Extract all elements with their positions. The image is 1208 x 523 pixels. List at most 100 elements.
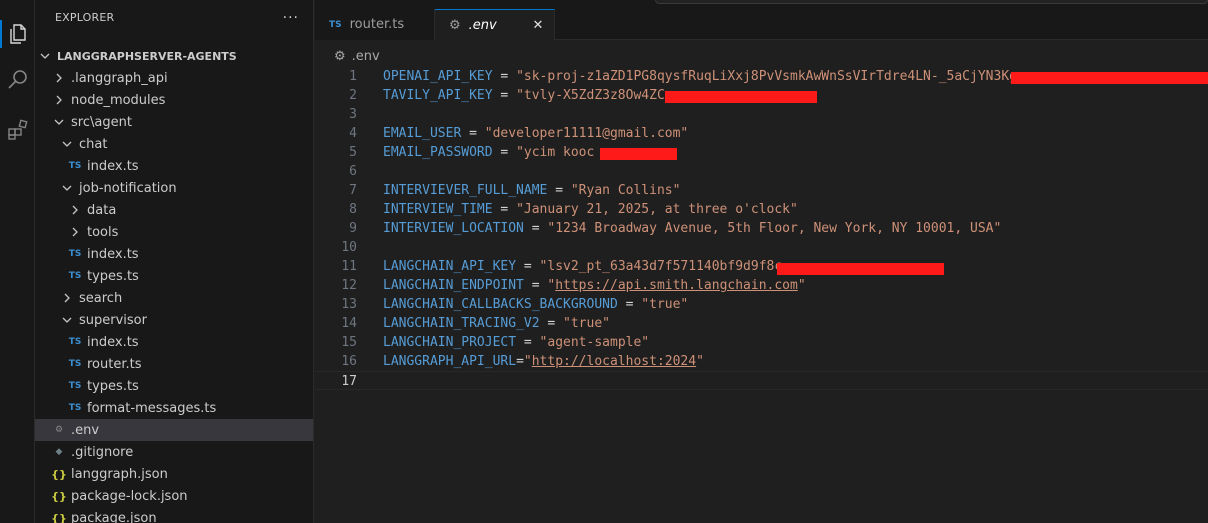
breadcrumb-file[interactable]: .env [352, 49, 380, 64]
tree-item-label: supervisor [79, 312, 147, 328]
code-text: EMAIL_USER = "developer11111@gmail.com" [383, 126, 689, 141]
typescript-file-icon: TS [329, 19, 342, 30]
tab-env[interactable]: ⚙ .env ✕ [435, 9, 555, 41]
redaction-mark [1011, 72, 1208, 84]
tree-item-label: router.ts [87, 356, 142, 372]
code-text: LANGCHAIN_TRACING_V2 = "true" [383, 316, 610, 331]
explorer-title: EXPLORER [55, 11, 115, 24]
tree-item-file[interactable]: TS index.ts [35, 155, 313, 177]
tree-item-folder[interactable]: LANGGRAPHSERVER-AGENTS [35, 45, 313, 67]
typescript-file-icon: TS [68, 161, 82, 171]
tree-item-file[interactable]: TS format-messages.ts [35, 397, 313, 419]
code-line[interactable]: 10 [315, 238, 1208, 257]
line-number: 10 [341, 240, 357, 255]
more-actions-icon[interactable]: ··· [283, 10, 299, 26]
redaction-mark [665, 91, 817, 103]
tree-item-file[interactable]: TS types.ts [35, 265, 313, 287]
extensions-icon[interactable] [0, 110, 35, 150]
tree-item-label: src\agent [71, 114, 132, 130]
code-line[interactable]: 8 INTERVIEW_TIME = "January 21, 2025, at … [315, 200, 1208, 219]
tree-item-label: chat [79, 136, 108, 152]
chevron-right-icon[interactable] [51, 70, 67, 86]
tree-item-folder[interactable]: search [35, 287, 313, 309]
code-line[interactable]: 7 INTERVIEVER_FULL_NAME = "Ryan Collins" [315, 181, 1208, 200]
code-line[interactable]: 12 LANGCHAIN_ENDPOINT = "https://api.smit… [315, 276, 1208, 295]
tree-item-folder[interactable]: src\agent [35, 111, 313, 133]
tree-item-label: index.ts [87, 246, 139, 262]
tab-label: router.ts [349, 17, 405, 32]
code-editor[interactable]: 1 OPENAI_API_KEY = "sk-proj-z1aZD1PG8qysf… [315, 66, 1208, 523]
code-text: INTERVIEVER_FULL_NAME = "Ryan Collins" [383, 183, 681, 198]
chevron-down-icon[interactable] [59, 136, 75, 152]
code-line[interactable]: 4 EMAIL_USER = "developer11111@gmail.com" [315, 124, 1208, 143]
code-text: INTERVIEW_LOCATION = "1234 Broadway Aven… [383, 221, 1002, 236]
tree-item-file[interactable]: TS index.ts [35, 243, 313, 265]
code-line[interactable]: 11 LANGCHAIN_API_KEY = "lsv2_pt_63a43d7f5… [315, 257, 1208, 276]
tree-item-file[interactable]: ◆ .gitignore [35, 441, 313, 463]
tree-item-label: node_modules [71, 92, 166, 108]
typescript-file-icon: TS [68, 249, 82, 259]
code-line[interactable]: 17 [315, 371, 1208, 390]
activity-bar [0, 0, 35, 523]
code-text: TAVILY_API_KEY = "tvly-X5ZdZ3z8Ow4ZC [383, 88, 665, 103]
tree-item-folder[interactable]: job-notification [35, 177, 313, 199]
code-line[interactable]: 6 [315, 162, 1208, 181]
line-number: 3 [349, 107, 357, 122]
tree-item-folder[interactable]: .langgraph_api [35, 67, 313, 89]
tab-router-ts[interactable]: TS router.ts [315, 9, 435, 40]
redaction-mark [777, 263, 944, 275]
chevron-down-icon[interactable] [59, 180, 75, 196]
command-center-edge [655, 0, 1208, 4]
code-line[interactable]: 15 LANGCHAIN_PROJECT = "agent-sample" [315, 333, 1208, 352]
typescript-file-icon: TS [68, 271, 82, 281]
chevron-right-icon[interactable] [67, 224, 83, 240]
tab-label: .env [468, 18, 497, 33]
tree-item-file[interactable]: {} package.json [35, 507, 313, 523]
chevron-right-icon[interactable] [67, 202, 83, 218]
code-line[interactable]: 3 [315, 105, 1208, 124]
code-text: LANGGRAPH_API_URL="http://localhost:2024… [383, 354, 704, 369]
line-number: 5 [349, 145, 357, 160]
tree-item-file[interactable]: {} package-lock.json [35, 485, 313, 507]
tree-item-label: package-lock.json [71, 488, 188, 504]
redaction-mark [600, 148, 677, 160]
tree-item-folder[interactable]: node_modules [35, 89, 313, 111]
code-line[interactable]: 13 LANGCHAIN_CALLBACKS_BACKGROUND = "true… [315, 295, 1208, 314]
line-number: 8 [349, 202, 357, 217]
tree-item-file[interactable]: TS router.ts [35, 353, 313, 375]
chevron-down-icon[interactable] [59, 312, 75, 328]
tree-item-folder[interactable]: chat [35, 133, 313, 155]
typescript-file-icon: TS [68, 359, 82, 369]
code-text: EMAIL_PASSWORD = "ycim kooc [383, 145, 595, 160]
json-file-icon: {} [51, 511, 67, 523]
chevron-down-icon[interactable] [51, 114, 67, 130]
tree-item-folder[interactable]: data [35, 199, 313, 221]
line-number: 2 [349, 88, 357, 103]
line-number: 4 [349, 126, 357, 141]
close-icon[interactable]: ✕ [530, 17, 546, 33]
line-number: 15 [341, 335, 357, 350]
code-line[interactable]: 14 LANGCHAIN_TRACING_V2 = "true" [315, 314, 1208, 333]
tree-item-label: types.ts [87, 268, 139, 284]
explorer-sidebar: EXPLORER ··· LANGGRAPHSERVER-AGENTS .lang… [35, 0, 314, 523]
code-line[interactable]: 9 INTERVIEW_LOCATION = "1234 Broadway Ave… [315, 219, 1208, 238]
line-number: 11 [341, 259, 357, 274]
code-line[interactable]: 5 EMAIL_PASSWORD = "ycim kooc [315, 143, 1208, 162]
tree-item-file[interactable]: {} langgraph.json [35, 463, 313, 485]
tree-item-file[interactable]: TS types.ts [35, 375, 313, 397]
explorer-files-icon[interactable] [0, 14, 35, 54]
search-icon[interactable] [0, 60, 35, 100]
tree-item-file[interactable]: TS index.ts [35, 331, 313, 353]
chevron-down-icon[interactable] [37, 48, 53, 64]
code-text: INTERVIEW_TIME = "January 21, 2025, at t… [383, 202, 798, 217]
chevron-right-icon[interactable] [59, 290, 75, 306]
tree-item-file[interactable]: ⚙ .env [35, 419, 313, 441]
code-text: LANGCHAIN_ENDPOINT = "https://api.smith.… [383, 278, 806, 293]
breadcrumb[interactable]: ⚙ .env [334, 46, 380, 66]
line-number: 16 [341, 354, 357, 369]
gear-icon: ⚙ [54, 425, 64, 435]
code-line[interactable]: 16 LANGGRAPH_API_URL="http://localhost:20… [315, 352, 1208, 371]
tree-item-folder[interactable]: supervisor [35, 309, 313, 331]
tree-item-folder[interactable]: tools [35, 221, 313, 243]
chevron-right-icon[interactable] [51, 92, 67, 108]
